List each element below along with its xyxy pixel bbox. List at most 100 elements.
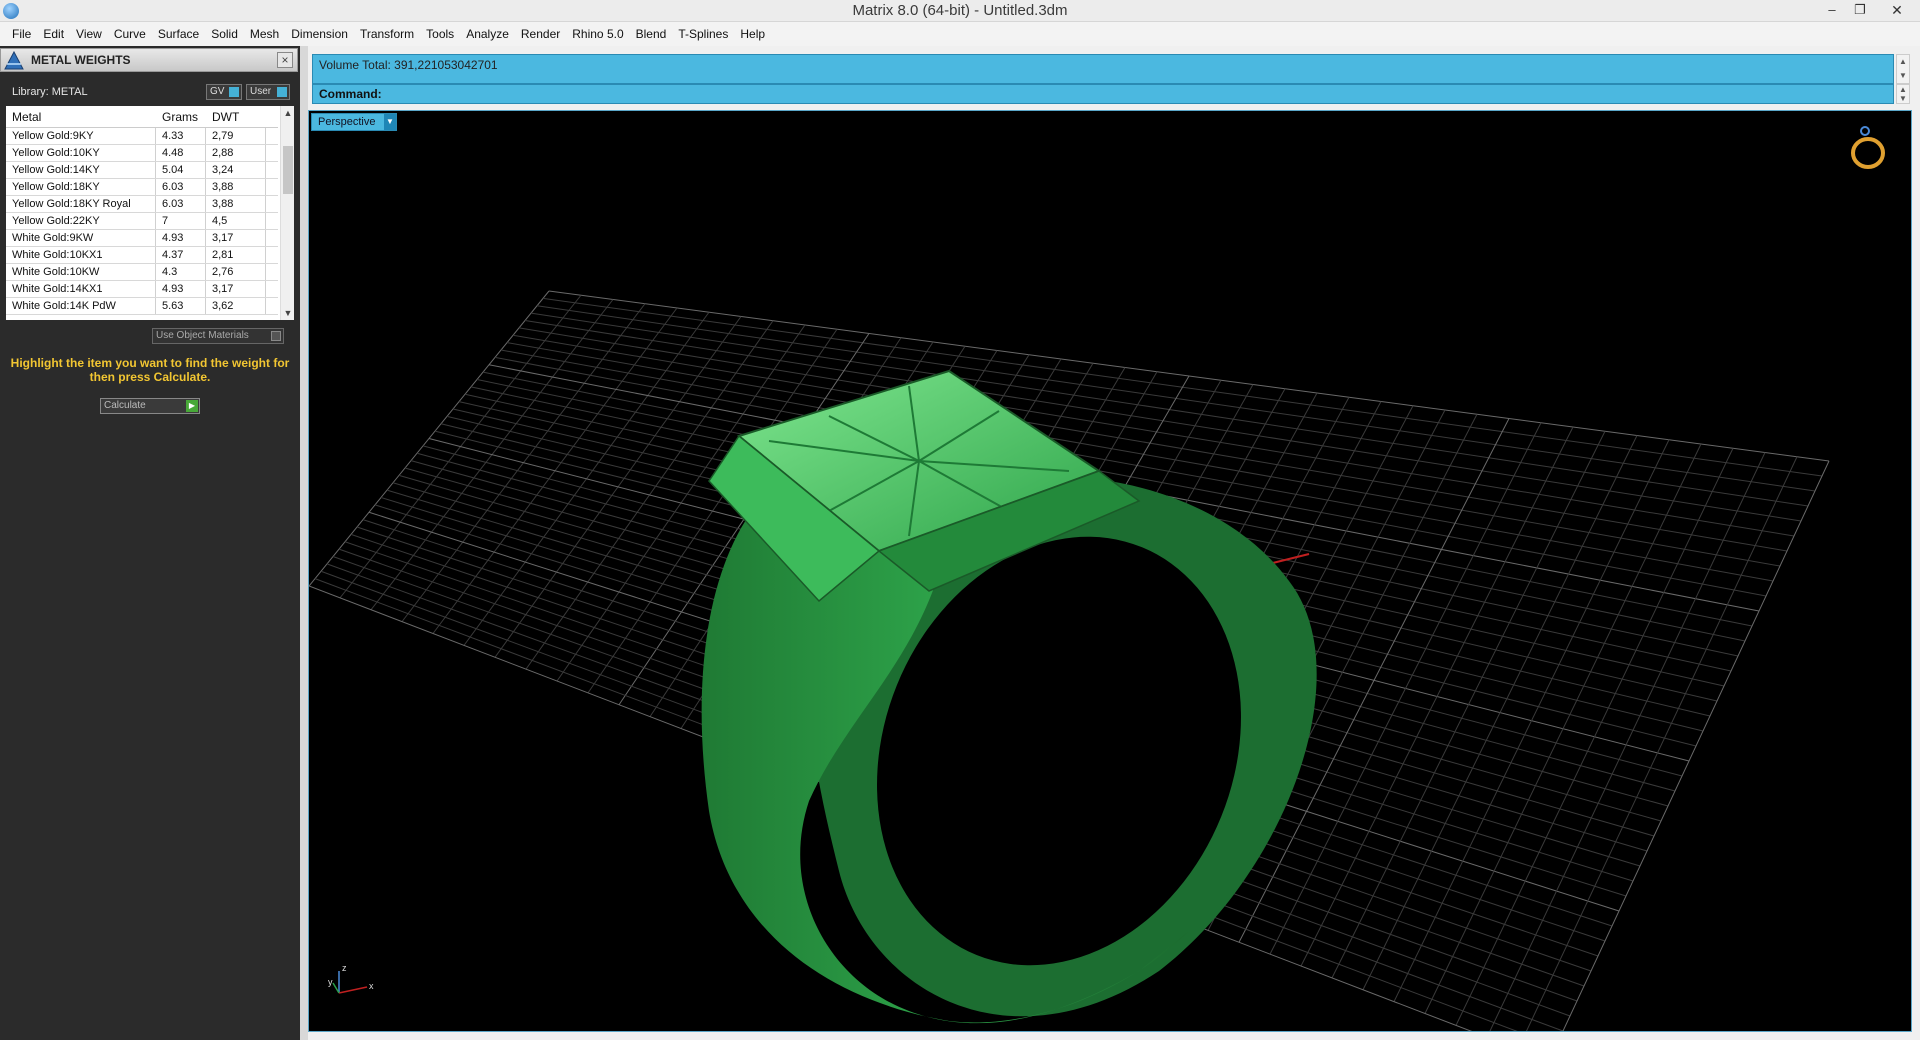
metal-name-cell: White Gold:14KX1	[6, 281, 156, 297]
grams-cell: 4.33	[156, 128, 206, 144]
panel-title: METAL WEIGHTS	[31, 53, 131, 67]
metal-name-cell: Yellow Gold:10KY	[6, 145, 156, 161]
table-row[interactable]: White Gold:14K PdW 5.63 3,62	[6, 298, 278, 315]
column-metal[interactable]: Metal	[6, 106, 156, 127]
gv-toggle[interactable]: GV	[206, 84, 242, 100]
restore-button[interactable]: ❐	[1846, 0, 1874, 22]
command-history: Volume Total: 391,221053042701	[312, 54, 1894, 84]
grams-cell: 4.37	[156, 247, 206, 263]
grid-line-vertical	[1562, 460, 1830, 1031]
metal-name-cell: Yellow Gold:9KY	[6, 128, 156, 144]
metal-weights-icon	[4, 50, 24, 70]
ring-icon[interactable]	[1843, 123, 1893, 173]
menu-edit[interactable]: Edit	[37, 22, 70, 46]
menu-rhino[interactable]: Rhino 5.0	[566, 22, 629, 46]
menu-dimension[interactable]: Dimension	[285, 22, 354, 46]
column-dwt[interactable]: DWT	[206, 106, 266, 127]
menu-tsplines[interactable]: T-Splines	[672, 22, 734, 46]
column-grams[interactable]: Grams	[156, 106, 206, 127]
calculate-label: Calculate	[104, 400, 146, 411]
window-title: Matrix 8.0 (64-bit) - Untitled.3dm	[852, 2, 1068, 19]
checkbox-icon	[271, 331, 281, 341]
table-row[interactable]: White Gold:9KW 4.93 3,17	[6, 230, 278, 247]
table-row[interactable]: Yellow Gold:18KY Royal 6.03 3,88	[6, 196, 278, 213]
dwt-cell: 3,24	[206, 162, 266, 178]
axis-gizmo: z y x	[328, 963, 374, 994]
play-icon: ▶	[186, 400, 198, 412]
axis-z-label: z	[342, 963, 347, 973]
dwt-cell: 2,88	[206, 145, 266, 161]
scroll-down-icon[interactable]: ▼	[281, 306, 294, 320]
menu-analyze[interactable]: Analyze	[460, 22, 515, 46]
axis-y-label: y	[328, 977, 333, 987]
command-scrollbar[interactable]: ▲ ▼	[1896, 84, 1910, 104]
hint-text: Highlight the item you want to find the …	[10, 356, 290, 384]
dwt-cell: 3,17	[206, 281, 266, 297]
close-button[interactable]: ✕	[1874, 0, 1920, 22]
metal-name-cell: White Gold:9KW	[6, 230, 156, 246]
dwt-cell: 4,5	[206, 213, 266, 229]
menu-surface[interactable]: Surface	[152, 22, 205, 46]
grams-cell: 4.3	[156, 264, 206, 280]
table-row[interactable]: Yellow Gold:9KY 4.33 2,79	[6, 128, 278, 145]
menu-tools[interactable]: Tools	[420, 22, 460, 46]
menu-render[interactable]: Render	[515, 22, 566, 46]
library-label: Library: METAL	[12, 86, 88, 98]
menu-view[interactable]: View	[70, 22, 108, 46]
grams-cell: 6.03	[156, 179, 206, 195]
grid-line-vertical	[1424, 443, 1702, 1014]
grams-cell: 6.03	[156, 196, 206, 212]
command-line[interactable]: Command:	[312, 84, 1894, 104]
menu-file[interactable]: File	[6, 22, 37, 46]
viewport-tab[interactable]: Perspective ▼	[311, 113, 397, 131]
metal-table: Metal Grams DWT Yellow Gold:9KY 4.33 2,79 Y…	[6, 106, 294, 320]
toggle-switch-icon	[277, 87, 287, 97]
menu-bar: File Edit View Curve Surface Solid Mesh …	[0, 22, 1920, 46]
table-row[interactable]: Yellow Gold:14KY 5.04 3,24	[6, 162, 278, 179]
table-row[interactable]: White Gold:10KX1 4.37 2,81	[6, 247, 278, 264]
scene-canvas	[309, 290, 1830, 1031]
dwt-cell: 2,81	[206, 247, 266, 263]
calculate-button[interactable]: Calculate ▶	[100, 398, 200, 414]
menu-blend[interactable]: Blend	[630, 22, 673, 46]
grams-cell: 7	[156, 213, 206, 229]
scroll-up-icon[interactable]: ▲	[281, 106, 294, 120]
dwt-cell: 2,76	[206, 264, 266, 280]
command-area: Volume Total: 391,221053042701 Command: …	[308, 50, 1920, 106]
use-object-materials-checkbox[interactable]: Use Object Materials	[152, 328, 284, 344]
metal-name-cell: White Gold:10KX1	[6, 247, 156, 263]
history-scrollbar[interactable]: ▲ ▼	[1896, 54, 1910, 84]
table-scrollbar[interactable]: ▲ ▼	[280, 106, 294, 320]
grams-cell: 4.93	[156, 281, 206, 297]
user-toggle[interactable]: User	[246, 84, 290, 100]
table-rows: Yellow Gold:9KY 4.33 2,79 Yellow Gold:10KY 4…	[6, 128, 278, 315]
dwt-cell: 3,62	[206, 298, 266, 314]
menu-transform[interactable]: Transform	[354, 22, 420, 46]
metal-name-cell: Yellow Gold:18KY	[6, 179, 156, 195]
minimize-button[interactable]: –	[1818, 0, 1846, 22]
metal-name-cell: Yellow Gold:18KY Royal	[6, 196, 156, 212]
metal-name-cell: Yellow Gold:22KY	[6, 213, 156, 229]
table-header: Metal Grams DWT	[6, 106, 278, 128]
table-row[interactable]: White Gold:14KX1 4.93 3,17	[6, 281, 278, 298]
toggle-switch-icon	[229, 87, 239, 97]
panel-divider[interactable]	[300, 46, 308, 1040]
menu-curve[interactable]: Curve	[108, 22, 152, 46]
table-row[interactable]: White Gold:10KW 4.3 2,76	[6, 264, 278, 281]
grams-cell: 5.63	[156, 298, 206, 314]
perspective-viewport[interactable]: Perspective ▼ z y x	[308, 110, 1912, 1032]
metal-name-cell: White Gold:10KW	[6, 264, 156, 280]
grams-cell: 4.48	[156, 145, 206, 161]
table-row[interactable]: Yellow Gold:10KY 4.48 2,88	[6, 145, 278, 162]
table-row[interactable]: Yellow Gold:18KY 6.03 3,88	[6, 179, 278, 196]
scroll-thumb[interactable]	[283, 146, 293, 194]
chevron-down-icon[interactable]: ▼	[384, 114, 396, 130]
menu-mesh[interactable]: Mesh	[244, 22, 285, 46]
menu-solid[interactable]: Solid	[205, 22, 244, 46]
panel-header: METAL WEIGHTS ×	[0, 48, 298, 72]
menu-help[interactable]: Help	[734, 22, 771, 46]
table-row[interactable]: Yellow Gold:22KY 7 4,5	[6, 213, 278, 230]
dwt-cell: 2,79	[206, 128, 266, 144]
panel-close-button[interactable]: ×	[277, 52, 293, 68]
metal-weights-panel: METAL WEIGHTS × Library: METAL GV User M…	[0, 46, 300, 1040]
